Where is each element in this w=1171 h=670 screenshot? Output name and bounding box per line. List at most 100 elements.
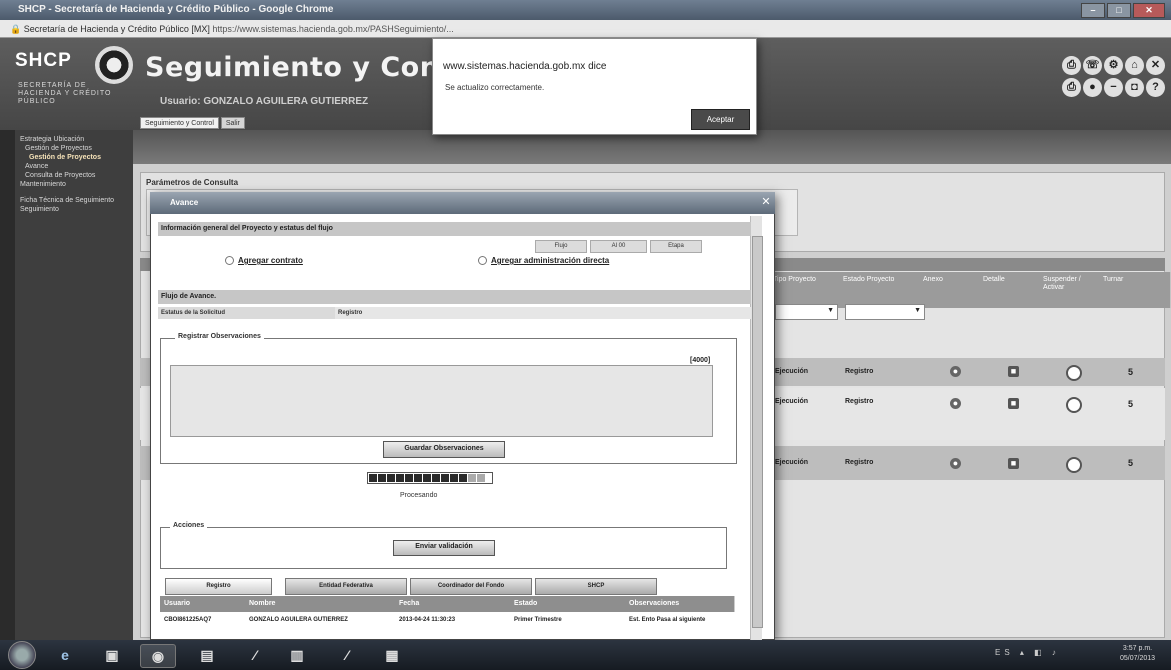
clock-date: 05/07/2013 [1120,655,1156,662]
attachment-icon[interactable]: ● [950,398,961,409]
progress-segment [423,474,431,482]
col-estado-proyecto[interactable]: Estado Proyecto [840,272,927,308]
help-icon[interactable]: ? [1146,78,1165,97]
attachment-icon[interactable]: ● [950,366,961,377]
sidebar-item-estrategia[interactable]: Estrategia Ubicación [15,135,133,144]
dialog-scrollbar[interactable] [750,216,763,640]
address-url[interactable]: https://www.sistemas.hacienda.gob.mx/PAS… [212,24,453,34]
col-nombre[interactable]: Nombre [245,596,400,612]
send-validation-button[interactable]: Enviar validación [393,540,495,556]
row-tipo: Ejecución [775,398,809,405]
radio-contrato-label: Agregar contrato [238,256,303,265]
cell-observaciones: Est. Ento Pasa al siguiente [629,617,706,623]
close-window-button[interactable]: ✕ [1133,3,1165,18]
row-estado: Registro [845,459,874,466]
close-icon[interactable]: ✕ [1146,56,1165,75]
filter-estado-select[interactable]: ▼ [845,304,925,320]
tab-seguimiento[interactable]: Seguimiento y Control [140,117,219,129]
start-button-icon[interactable] [8,641,36,669]
tab-entidad-federativa[interactable]: Entidad Federativa [285,578,407,595]
toolbar-icons: ⎙ ☏ ⚙ ⌂ ✕ ⎙ ● − ◘ ? [1062,56,1168,97]
flow-cell: Flujo [535,240,587,253]
app-icon[interactable]: ⁄ [238,644,272,666]
taskbar-clock[interactable]: 3:57 p.m. 05/07/2013 [1120,644,1155,664]
print-icon[interactable]: ⎙ [1062,78,1081,97]
detail-icon[interactable]: ■ [1008,398,1019,409]
sidebar-item-avance[interactable]: Avance [15,162,133,171]
progress-segment [405,474,413,482]
internet-explorer-icon[interactable]: e [48,644,82,666]
sidebar-item-gestion[interactable]: Gestión de Proyectos [15,144,133,153]
col-tipo-proyecto[interactable]: Tipo Proyecto [770,272,847,308]
address-bar[interactable]: 🔒 Secretaría de Hacienda y Crédito Públi… [0,20,1171,38]
col-anexo[interactable]: Anexo [920,272,987,308]
col-detalle[interactable]: Detalle [980,272,1047,308]
radio-admin-label: Agregar administración directa [491,256,610,265]
detail-icon[interactable]: ■ [1008,366,1019,377]
filter-tipo-select[interactable]: ▼ [775,304,838,320]
suspend-icon[interactable] [1066,397,1082,413]
progress-segment [378,474,386,482]
save-observations-button[interactable]: Guardar Observaciones [383,441,505,458]
window-app-icon[interactable]: ▥ [280,644,314,666]
alert-origin: www.sistemas.hacienda.gob.mx dice [443,61,607,72]
attachment-icon[interactable]: ● [950,458,961,469]
radio-agregar-contrato[interactable]: Agregar contrato [225,256,303,265]
app-icon-2[interactable]: ⁄ [330,644,364,666]
turn-icon[interactable]: 5 [1128,458,1133,468]
minus-icon[interactable]: − [1104,78,1123,97]
minimize-button[interactable]: – [1081,3,1105,18]
progress-segment [432,474,440,482]
shcp-logo: SHCP [15,50,72,71]
period-cell: Al 00 [590,240,647,253]
app-icon-3[interactable]: ▦ [375,644,409,666]
tab-registro[interactable]: Registro [165,578,272,595]
sidebar-item-gestion-selected[interactable]: Gestión de Proyectos [15,153,133,162]
detail-icon[interactable]: ■ [1008,458,1019,469]
dialog-title[interactable]: Avance [150,192,775,214]
status-value: Registro [335,307,751,319]
observations-textarea[interactable] [170,365,713,437]
row-tipo: Ejecución [775,368,809,375]
info-icon[interactable]: ● [1083,78,1102,97]
window-controls: – □ ✕ [1081,3,1165,18]
col-suspender[interactable]: Suspender / Activar [1040,272,1107,308]
col-usuario[interactable]: Usuario [160,596,250,612]
file-explorer-icon[interactable]: ▣ [95,644,129,666]
home-icon[interactable]: ⌂ [1125,56,1144,75]
row-estado: Registro [845,368,874,375]
suspend-icon[interactable] [1066,365,1082,381]
sidebar-item-ficha[interactable]: Ficha Técnica de Seguimiento [15,196,133,205]
radio-admin-input[interactable] [478,256,487,265]
address-site: Secretaría de Hacienda y Crédito Público… [23,24,210,34]
col-fecha[interactable]: Fecha [395,596,515,612]
alert-ok-button[interactable]: Aceptar [691,109,750,130]
scrollbar-thumb[interactable] [752,236,763,628]
col-estado[interactable]: Estado [510,596,630,612]
folder-icon[interactable]: ▤ [190,644,224,666]
sidebar-item-consulta[interactable]: Consulta de Proyectos [15,171,133,180]
suspend-icon[interactable] [1066,457,1082,473]
printer-icon[interactable]: ⎙ [1062,56,1081,75]
progress-segment [468,474,476,482]
dialog-close-icon[interactable]: ✕ [760,196,772,208]
turn-icon[interactable]: 5 [1128,367,1133,377]
tab-salir[interactable]: Salir [220,117,245,129]
tab-coordinador-fondo[interactable]: Coordinador del Fondo [410,578,532,595]
turn-icon[interactable]: 5 [1128,399,1133,409]
system-tray[interactable]: ES ▴ ◧ ♪ [995,648,1060,657]
progress-bar [367,472,493,484]
tab-shcp[interactable]: SHCP [535,578,657,595]
radio-agregar-administracion[interactable]: Agregar administración directa [478,256,609,265]
window-icon[interactable]: ◘ [1125,78,1144,97]
chrome-icon[interactable]: ◉ [140,644,176,668]
gear-icon[interactable]: ⚙ [1104,56,1123,75]
radio-contrato-input[interactable] [225,256,234,265]
sidebar-item-mantenimiento[interactable]: Mantenimiento [15,180,133,189]
window-title-bar: SHCP - Secretaría de Hacienda y Crédito … [0,0,1171,20]
col-turnar[interactable]: Turnar [1100,272,1171,308]
sidebar-item-seguimiento[interactable]: Seguimiento [15,205,133,214]
maximize-button[interactable]: □ [1107,3,1131,18]
phone-icon[interactable]: ☏ [1083,56,1102,75]
col-observaciones[interactable]: Observaciones [625,596,735,612]
